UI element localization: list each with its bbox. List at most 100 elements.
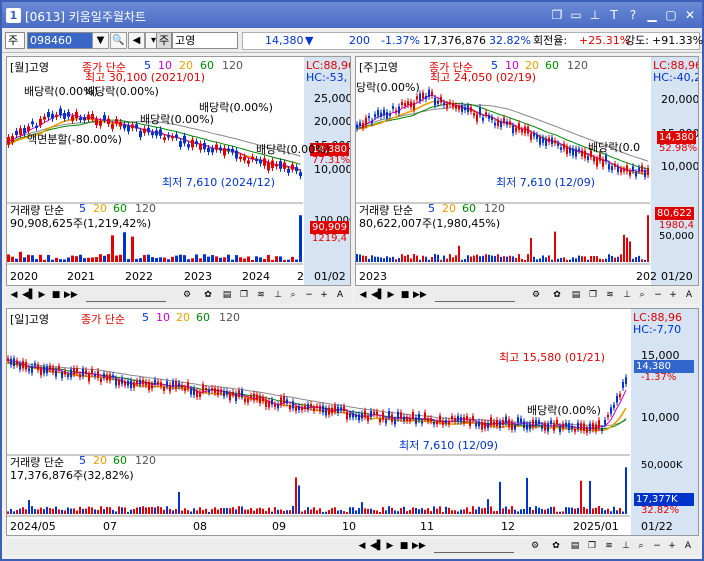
chart-type-icon[interactable]: ≋ [603,540,615,553]
candle-body [202,384,204,392]
monthly-chart-pane[interactable]: [월]고영 종가 단순 5 10 20 60 120 LC:88,96 HC:-… [6,56,351,286]
layout-icon[interactable]: ▤ [570,289,582,302]
daily-chart-pane[interactable]: [일]고영 종가 단순 5 10 20 60 120 LC:88,96 HC:-… [6,308,699,536]
weekly-chart-pane[interactable]: [주]고영 종가 단순 5 10 20 60 120 LC:88,96 HC:-… [355,56,699,286]
play-icon[interactable]: ▶ [385,289,397,302]
speaker-icon[interactable]: ◀ [128,32,145,49]
chart-type-icon[interactable]: ≋ [255,289,267,302]
maximize-icon[interactable]: ▢ [663,7,679,23]
search-icon[interactable]: 🔍 [110,32,127,49]
candle-body [443,102,445,106]
zoom-out-icon[interactable]: − [652,289,664,302]
stop-icon[interactable]: ■ [399,289,411,302]
settings-icon[interactable]: ⚙ [181,289,193,302]
dropdown-arrow-icon[interactable]: ▼ [92,32,109,49]
volume-bar [13,511,15,514]
volume-bar [452,257,454,262]
stop-icon[interactable]: ■ [398,540,410,553]
volume-bar [356,254,358,262]
stock-code-input[interactable]: 098460 [27,32,93,49]
candle-body [304,406,306,410]
candle-body [13,358,15,366]
candle-body [175,381,177,389]
candle-body [512,125,514,134]
play-icon[interactable]: ▶ [384,540,396,553]
zoom-slider[interactable] [434,540,514,553]
candle-body [581,150,583,157]
zoom-slider[interactable] [86,289,166,302]
candle-body [203,142,206,150]
candle-body [563,143,565,150]
volume-bar [52,508,54,514]
monthly-dividend-2: 배당락(0.00%) [85,85,159,98]
candle-body [593,157,595,162]
restore-icon[interactable]: ❐ [549,7,565,23]
play-icon[interactable]: ▶ [36,289,48,302]
layout-icon[interactable]: ▤ [221,289,233,302]
pin-icon[interactable]: ⊥ [587,7,603,23]
zoom-icon[interactable]: ⌕ [636,289,648,302]
step-back-icon[interactable]: ◀▌ [371,289,385,302]
volume-bar [586,508,588,514]
candle-body [121,377,123,384]
fast-forward-icon[interactable]: ▶▶ [64,289,78,302]
settings-icon[interactable]: ⚙ [529,540,541,553]
help-icon[interactable]: ? [625,7,641,23]
crosshair-icon[interactable]: ⊥ [272,289,284,302]
volume-bar [135,258,138,262]
crosshair-icon[interactable]: ⊥ [621,289,633,302]
zoom-slider[interactable] [435,289,515,302]
market-select[interactable]: 주 [5,32,25,49]
candle-body [544,423,546,431]
window-icon[interactable]: ▭ [568,7,584,23]
chart-type-icon[interactable]: ≋ [604,289,616,302]
volume-bar [143,255,146,262]
text-size-icon[interactable]: A [682,540,694,553]
minimize-icon[interactable]: ▁ [644,7,660,23]
candle-body [187,382,189,389]
candle-body [253,393,255,401]
scroll-start-icon[interactable]: ◀ [357,289,369,302]
close-icon[interactable]: ✕ [682,7,698,23]
candle-body [79,374,81,378]
copy-icon[interactable]: ❐ [587,289,599,302]
volume-bar [292,506,294,514]
candle-body [382,412,384,420]
volume-bar [139,258,142,262]
volume-bar [358,508,360,514]
settings-icon[interactable]: ⚙ [530,289,542,302]
copy-icon[interactable]: ❐ [238,289,250,302]
volume-bar [340,509,342,514]
fast-forward-icon[interactable]: ▶▶ [413,289,427,302]
text-icon[interactable]: T [606,7,622,23]
volume-bar [445,506,447,514]
step-back-icon[interactable]: ◀▌ [370,540,384,553]
text-size-icon[interactable]: A [683,289,695,302]
volume-bar [131,236,134,262]
layout-icon[interactable]: ▤ [569,540,581,553]
text-size-icon[interactable]: A [334,289,346,302]
zoom-in-icon[interactable]: + [667,289,679,302]
volume-bar [331,508,333,514]
stop-icon[interactable]: ■ [50,289,62,302]
zoom-out-icon[interactable]: − [303,289,315,302]
gear-icon[interactable]: ✿ [551,289,563,302]
candle-body [241,390,243,397]
volume-bar [85,508,87,514]
chart-window: 1 [0613] 키움일주월차트 ❐ ▭ ⊥ T ? ▁ ▢ ✕ 주 09846… [0,0,704,561]
copy-icon[interactable]: ❐ [586,540,598,553]
zoom-icon[interactable]: ⌕ [287,289,299,302]
stock-toolbar: 주 098460 ▼ 🔍 ◀ ▾ 주 고영 14,380 ▼ 200 -1.37… [2,29,703,53]
zoom-icon[interactable]: ⌕ [635,540,647,553]
scroll-start-icon[interactable]: ◀ [8,289,20,302]
scroll-start-icon[interactable]: ◀ [356,540,368,553]
volume-bar [547,508,549,514]
zoom-out-icon[interactable]: − [651,540,663,553]
fast-forward-icon[interactable]: ▶▶ [412,540,426,553]
gear-icon[interactable]: ✿ [202,289,214,302]
step-back-icon[interactable]: ◀▌ [22,289,36,302]
zoom-in-icon[interactable]: + [666,540,678,553]
crosshair-icon[interactable]: ⊥ [620,540,632,553]
gear-icon[interactable]: ✿ [550,540,562,553]
zoom-in-icon[interactable]: + [318,289,330,302]
